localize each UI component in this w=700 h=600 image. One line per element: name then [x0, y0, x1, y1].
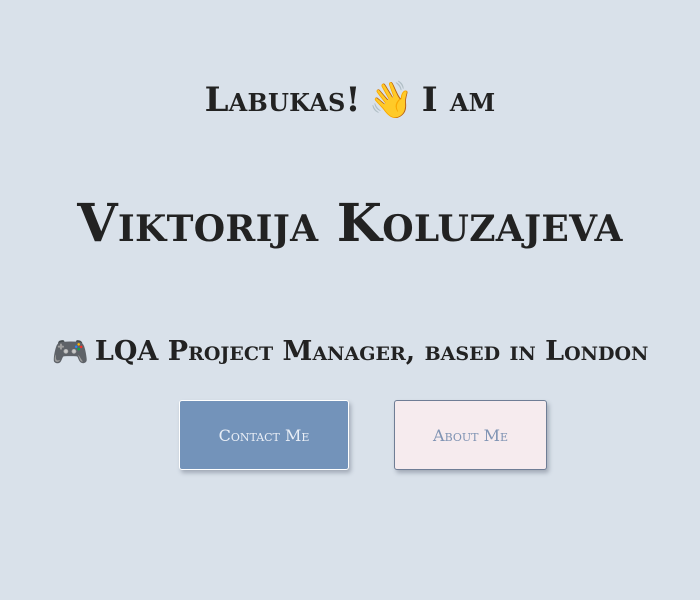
- role-text: LQA Project Manager, based in London: [94, 336, 649, 367]
- waving-hand-icon: 👋: [368, 80, 414, 121]
- role-tagline: 🎮 LQA Project Manager, based in London: [0, 333, 700, 370]
- greeting-prefix: Labukas!: [204, 80, 361, 120]
- greeting-heading: Labukas! 👋 I am: [0, 78, 700, 121]
- name-heading: Viktorija Koluzajeva: [77, 193, 623, 254]
- game-controller-icon: 🎮: [51, 335, 89, 370]
- hero-section: Labukas! 👋 I am Viktorija Koluzajeva 🎮 LQA …: [0, 0, 700, 600]
- contact-me-button[interactable]: Contact Me: [179, 400, 349, 470]
- greeting-suffix: I am: [421, 80, 496, 120]
- about-me-button[interactable]: About Me: [394, 400, 547, 470]
